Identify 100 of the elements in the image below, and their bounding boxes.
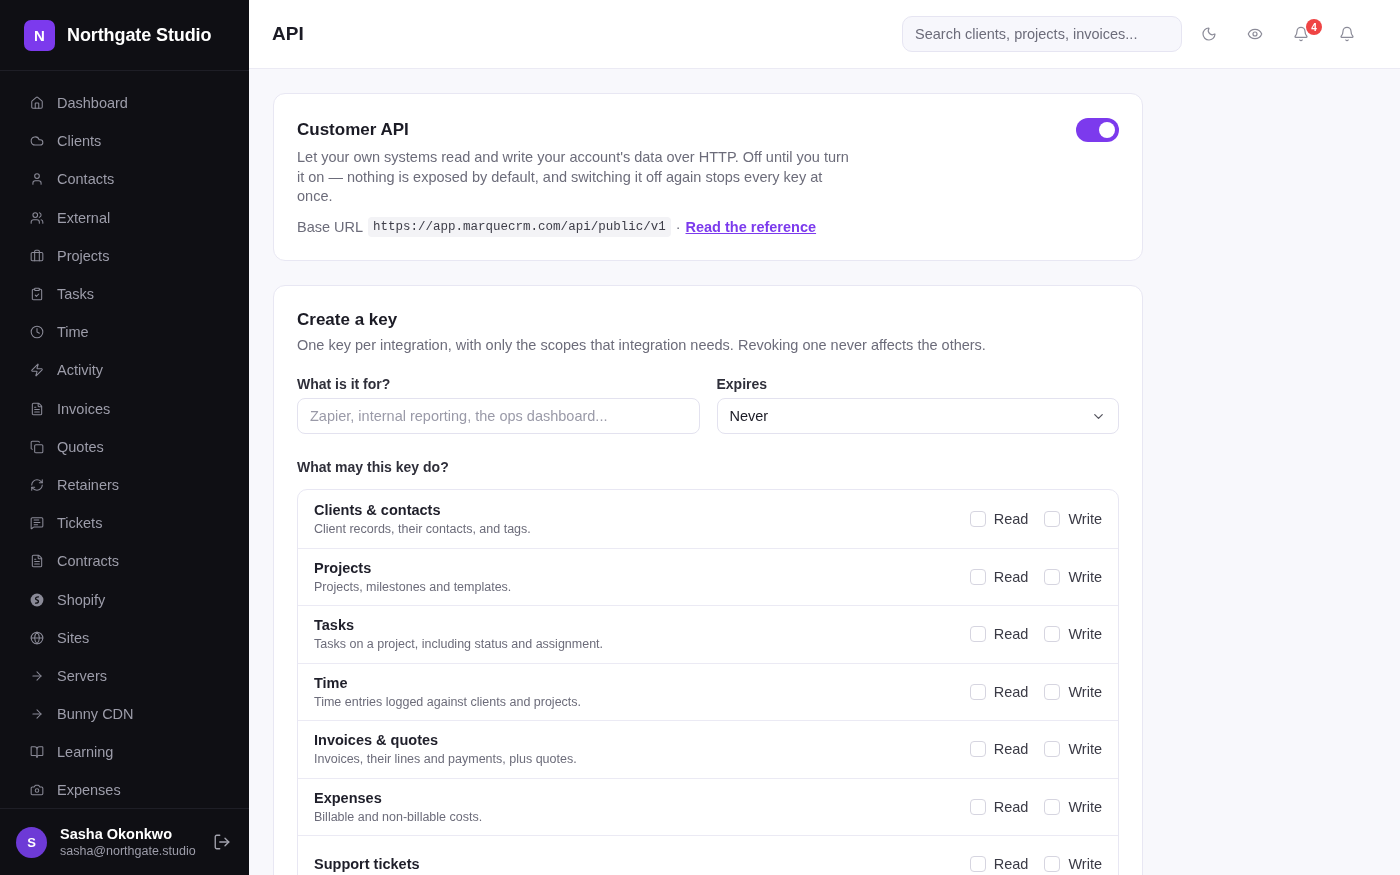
read-checkbox[interactable]	[969, 568, 986, 585]
nav-item[interactable]: Invoices	[12, 389, 237, 428]
write-label[interactable]: Write	[1068, 510, 1102, 527]
s-circle-icon	[30, 592, 44, 607]
purpose-input[interactable]: Zapier, internal reporting, the ops dashboard...	[297, 398, 700, 434]
reference-link[interactable]: Read the reference	[685, 218, 817, 235]
write-label[interactable]: Write	[1068, 798, 1102, 815]
clipboard-check-icon	[30, 287, 44, 302]
logout-icon	[213, 833, 231, 851]
nav-item[interactable]: Sites	[12, 618, 237, 657]
notification-badge: 4	[1306, 19, 1322, 35]
nav-item[interactable]: Dashboard	[12, 84, 237, 123]
read-label[interactable]: Read	[993, 568, 1029, 585]
field-label: Expires	[716, 375, 769, 393]
nav-item[interactable]: External	[12, 198, 237, 237]
write-checkbox[interactable]	[1044, 741, 1061, 758]
brand-logo: N	[24, 19, 55, 51]
scope-description: Billable and non-billable costs.	[314, 808, 484, 825]
write-checkbox[interactable]	[1044, 568, 1061, 585]
scope-description: Client records, their contacts, and tags.	[314, 520, 532, 537]
write-label[interactable]: Write	[1068, 856, 1102, 873]
base-url: https://app.marquecrm.com/api/public/v1	[368, 216, 671, 237]
user-icon	[30, 172, 44, 187]
user-name: Sasha Okonkwo	[60, 826, 173, 842]
scope-title: Support tickets	[314, 855, 421, 874]
read-label[interactable]: Read	[993, 741, 1029, 758]
expires-select[interactable]: Never	[716, 398, 1119, 434]
nav-item[interactable]: Clients	[12, 122, 237, 161]
document-icon	[30, 401, 44, 416]
write-checkbox[interactable]	[1044, 510, 1061, 527]
read-checkbox[interactable]	[969, 741, 986, 758]
moon-icon	[1201, 26, 1217, 42]
briefcase-icon	[30, 248, 44, 263]
read-checkbox[interactable]	[969, 626, 986, 643]
brand-name: Northgate Studio	[67, 24, 212, 46]
document-icon	[30, 554, 44, 569]
scope-description: Tasks on a project, including status and assignment.	[314, 636, 605, 653]
scope-title: Tasks	[314, 616, 356, 635]
card-title: Create a key	[297, 308, 399, 331]
nav-item[interactable]: Contacts	[12, 160, 237, 199]
nav-item[interactable]: Learning	[12, 733, 237, 772]
write-label[interactable]: Write	[1068, 626, 1102, 643]
house-icon	[30, 96, 44, 111]
bell-button[interactable]: 4	[1283, 16, 1319, 52]
write-checkbox[interactable]	[1044, 856, 1061, 873]
section-label: What may this key do?	[297, 458, 450, 476]
read-label[interactable]: Read	[993, 626, 1029, 643]
book-icon	[30, 745, 44, 760]
scope-description: Invoices, their lines and payments, plus quotes.	[314, 751, 578, 768]
card-description: One key per integration, with only the scopes that integration needs. Revoking one never affects the others.	[297, 335, 987, 355]
scope-title: Expenses	[314, 788, 383, 807]
bell-icon	[1339, 26, 1355, 42]
base-url-label: Base URL	[297, 218, 364, 235]
nav-item[interactable]: Tickets	[12, 504, 237, 543]
write-checkbox[interactable]	[1044, 798, 1061, 815]
read-label[interactable]: Read	[993, 856, 1029, 873]
nav-item[interactable]: Shopify	[12, 580, 237, 619]
user-email: sasha@northgate.studio	[60, 844, 197, 858]
cloud-icon	[30, 134, 44, 149]
read-checkbox[interactable]	[969, 683, 986, 700]
camera-icon	[30, 783, 44, 798]
scope-description: Time entries logged against clients and projects.	[314, 693, 583, 710]
nav-item[interactable]: Retainers	[12, 465, 237, 505]
scope-title: Invoices & quotes	[314, 731, 440, 750]
write-label[interactable]: Write	[1068, 683, 1102, 700]
read-checkbox[interactable]	[969, 798, 986, 815]
nav-item[interactable]: Tasks	[12, 274, 237, 314]
nav-item[interactable]: Bunny CDN	[12, 695, 237, 734]
nav-item[interactable]: Projects	[12, 236, 237, 275]
nav-item[interactable]: Servers	[12, 656, 237, 695]
read-checkbox[interactable]	[969, 510, 986, 527]
nav-item[interactable]: Time	[12, 313, 237, 352]
nav-item[interactable]: Contracts	[12, 542, 237, 581]
globe-icon	[30, 630, 44, 645]
user-avatar: S	[16, 826, 47, 858]
read-label[interactable]: Read	[993, 510, 1029, 527]
toggle-switch[interactable]	[1076, 118, 1119, 142]
scope-title: Clients & contacts	[314, 500, 442, 519]
write-label[interactable]: Write	[1068, 741, 1102, 758]
card-description: Let your own systems read and write your account's data over HTTP. Off until you turn it on — nothing is exposed by default, and switching it off again stops every key at once.	[297, 148, 850, 206]
write-label[interactable]: Write	[1068, 568, 1102, 585]
scope-title: Projects	[314, 558, 373, 577]
nav-item[interactable]: Quotes	[12, 427, 237, 466]
bell-icon	[1293, 26, 1309, 42]
users-icon	[30, 210, 44, 225]
field-label: What is it for?	[297, 375, 392, 393]
nav-item[interactable]: Activity	[12, 351, 237, 390]
write-checkbox[interactable]	[1044, 626, 1061, 643]
separator-dot: ·	[675, 218, 681, 235]
read-checkbox[interactable]	[969, 856, 986, 873]
read-label[interactable]: Read	[993, 798, 1029, 815]
refresh-icon	[30, 477, 44, 492]
eye-icon	[1247, 26, 1263, 42]
card-title: Customer API	[297, 119, 409, 141]
write-checkbox[interactable]	[1044, 683, 1061, 700]
clock-icon	[30, 325, 44, 340]
search-field[interactable]: Search clients, projects, invoices...	[902, 16, 1182, 52]
nav-item[interactable]: Expenses	[12, 771, 237, 808]
read-label[interactable]: Read	[993, 683, 1029, 700]
scope-title: Time	[314, 673, 349, 692]
